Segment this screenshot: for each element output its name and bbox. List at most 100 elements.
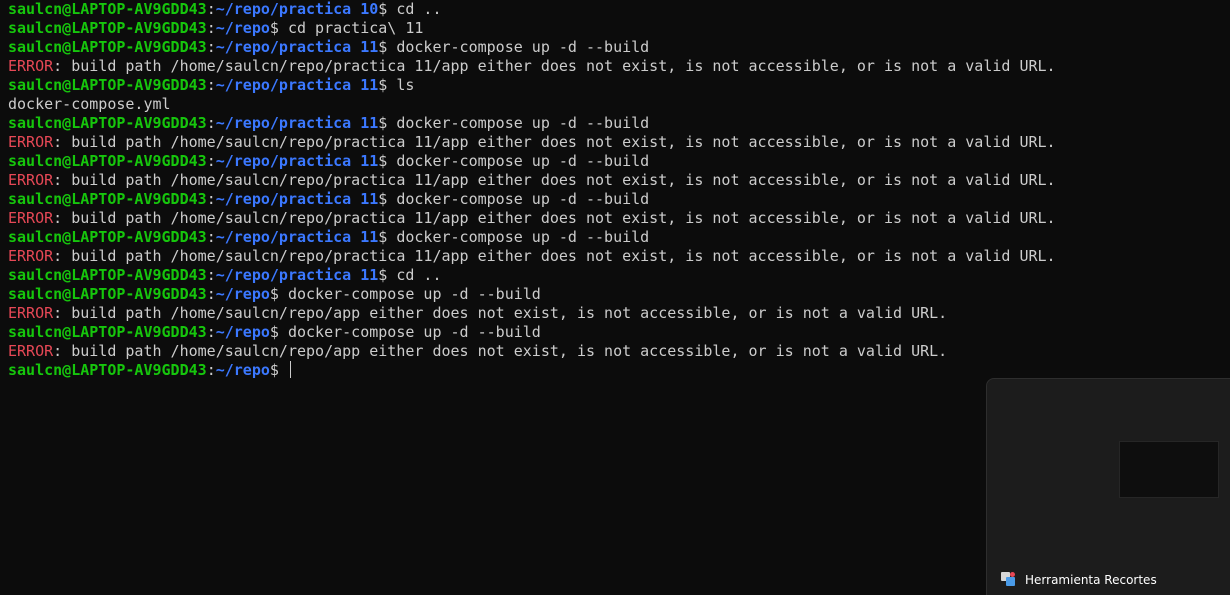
command-text: docker-compose up -d --build [278,323,541,341]
command-text: docker-compose up -d --build [387,38,650,56]
prompt-user-host: saulcn@LAPTOP-AV9GDD43 [8,323,207,341]
terminal-line: saulcn@LAPTOP-AV9GDD43:~/repo$ docker-co… [8,323,1230,342]
terminal-line: ERROR: build path /home/saulcn/repo/app … [8,304,1230,323]
prompt-user-host: saulcn@LAPTOP-AV9GDD43 [8,38,207,56]
prompt-colon: : [206,323,216,341]
prompt-path: ~/repo [215,19,270,37]
prompt-user-host: saulcn@LAPTOP-AV9GDD43 [8,361,207,379]
prompt-colon: : [206,266,216,284]
prompt-path: ~/repo [215,361,270,379]
error-label: ERROR [8,304,54,322]
prompt-user-host: saulcn@LAPTOP-AV9GDD43 [8,228,207,246]
prompt-dollar: $ [269,19,279,37]
command-text: docker-compose up -d --build [387,190,650,208]
prompt-path: ~/repo/practica 10 [215,0,379,18]
prompt-dollar: $ [378,114,388,132]
command-output: docker-compose.yml [8,95,171,113]
prompt-dollar: $ [378,0,388,18]
error-message: : build path /home/saulcn/repo/app eithe… [53,304,948,322]
terminal-line: ERROR: build path /home/saulcn/repo/app … [8,342,1230,361]
prompt-colon: : [206,0,216,18]
prompt-colon: : [206,76,216,94]
prompt-user-host: saulcn@LAPTOP-AV9GDD43 [8,152,207,170]
prompt-colon: : [206,190,216,208]
terminal-line: saulcn@LAPTOP-AV9GDD43:~/repo/practica 1… [8,228,1230,247]
prompt-path: ~/repo [215,285,270,303]
error-message: : build path /home/saulcn/repo/practica … [53,133,1056,151]
prompt-user-host: saulcn@LAPTOP-AV9GDD43 [8,190,207,208]
prompt-dollar: $ [269,361,279,379]
prompt-dollar: $ [378,228,388,246]
command-text: cd .. [387,266,442,284]
command-text: cd .. [387,0,442,18]
command-text: docker-compose up -d --build [387,152,650,170]
error-label: ERROR [8,342,54,360]
prompt-user-host: saulcn@LAPTOP-AV9GDD43 [8,266,207,284]
terminal-line: ERROR: build path /home/saulcn/repo/prac… [8,57,1230,76]
prompt-dollar: $ [378,190,388,208]
prompt-dollar: $ [378,152,388,170]
error-label: ERROR [8,171,54,189]
terminal-line: saulcn@LAPTOP-AV9GDD43:~/repo/practica 1… [8,0,1230,19]
prompt-path: ~/repo/practica 11 [215,38,379,56]
prompt-user-host: saulcn@LAPTOP-AV9GDD43 [8,0,207,18]
command-text: docker-compose up -d --build [387,114,650,132]
error-label: ERROR [8,133,54,151]
snipping-tool-notification[interactable]: Herramienta Recortes [986,378,1230,595]
terminal-line: saulcn@LAPTOP-AV9GDD43:~/repo/practica 1… [8,38,1230,57]
prompt-user-host: saulcn@LAPTOP-AV9GDD43 [8,285,207,303]
error-message: : build path /home/saulcn/repo/practica … [53,57,1056,75]
prompt-path: ~/repo [215,323,270,341]
prompt-dollar: $ [378,38,388,56]
terminal-line: saulcn@LAPTOP-AV9GDD43:~/repo$ cd practi… [8,19,1230,38]
prompt-colon: : [206,361,216,379]
prompt-colon: : [206,114,216,132]
error-message: : build path /home/saulcn/repo/practica … [53,171,1056,189]
prompt-path: ~/repo/practica 11 [215,228,379,246]
error-message: : build path /home/saulcn/repo/practica … [53,209,1056,227]
prompt-dollar: $ [378,76,388,94]
terminal-line: docker-compose.yml [8,95,1230,114]
terminal-line: ERROR: build path /home/saulcn/repo/prac… [8,133,1230,152]
terminal-line: ERROR: build path /home/saulcn/repo/prac… [8,209,1230,228]
prompt-colon: : [206,19,216,37]
prompt-dollar: $ [378,266,388,284]
prompt-colon: : [206,152,216,170]
error-label: ERROR [8,57,54,75]
snipping-tool-icon [1001,572,1017,588]
prompt-path: ~/repo/practica 11 [215,114,379,132]
command-text [279,361,288,379]
command-text: cd practica\ 11 [278,19,424,37]
error-label: ERROR [8,209,54,227]
prompt-colon: : [206,38,216,56]
prompt-dollar: $ [269,285,279,303]
prompt-dollar: $ [269,323,279,341]
command-text: ls [387,76,415,94]
prompt-colon: : [206,228,216,246]
prompt-user-host: saulcn@LAPTOP-AV9GDD43 [8,114,207,132]
prompt-path: ~/repo/practica 11 [215,152,379,170]
prompt-user-host: saulcn@LAPTOP-AV9GDD43 [8,19,207,37]
snip-notification-footer: Herramienta Recortes [1001,572,1157,588]
error-message: : build path /home/saulcn/repo/practica … [53,247,1056,265]
text-cursor [289,361,291,378]
prompt-colon: : [206,285,216,303]
snip-app-name: Herramienta Recortes [1025,573,1157,587]
command-text: docker-compose up -d --build [278,285,541,303]
terminal-line: saulcn@LAPTOP-AV9GDD43:~/repo$ docker-co… [8,285,1230,304]
terminal-line: ERROR: build path /home/saulcn/repo/prac… [8,247,1230,266]
terminal-line: saulcn@LAPTOP-AV9GDD43:~/repo/practica 1… [8,266,1230,285]
command-text: docker-compose up -d --build [387,228,650,246]
terminal-line: saulcn@LAPTOP-AV9GDD43:~/repo/practica 1… [8,114,1230,133]
prompt-path: ~/repo/practica 11 [215,190,379,208]
snip-preview-thumbnail[interactable] [1119,441,1219,498]
prompt-user-host: saulcn@LAPTOP-AV9GDD43 [8,76,207,94]
terminal-line: saulcn@LAPTOP-AV9GDD43:~/repo/practica 1… [8,190,1230,209]
error-label: ERROR [8,247,54,265]
prompt-path: ~/repo/practica 11 [215,76,379,94]
error-message: : build path /home/saulcn/repo/app eithe… [53,342,948,360]
prompt-path: ~/repo/practica 11 [215,266,379,284]
terminal-line: ERROR: build path /home/saulcn/repo/prac… [8,171,1230,190]
terminal-line: saulcn@LAPTOP-AV9GDD43:~/repo/practica 1… [8,152,1230,171]
terminal-line: saulcn@LAPTOP-AV9GDD43:~/repo/practica 1… [8,76,1230,95]
